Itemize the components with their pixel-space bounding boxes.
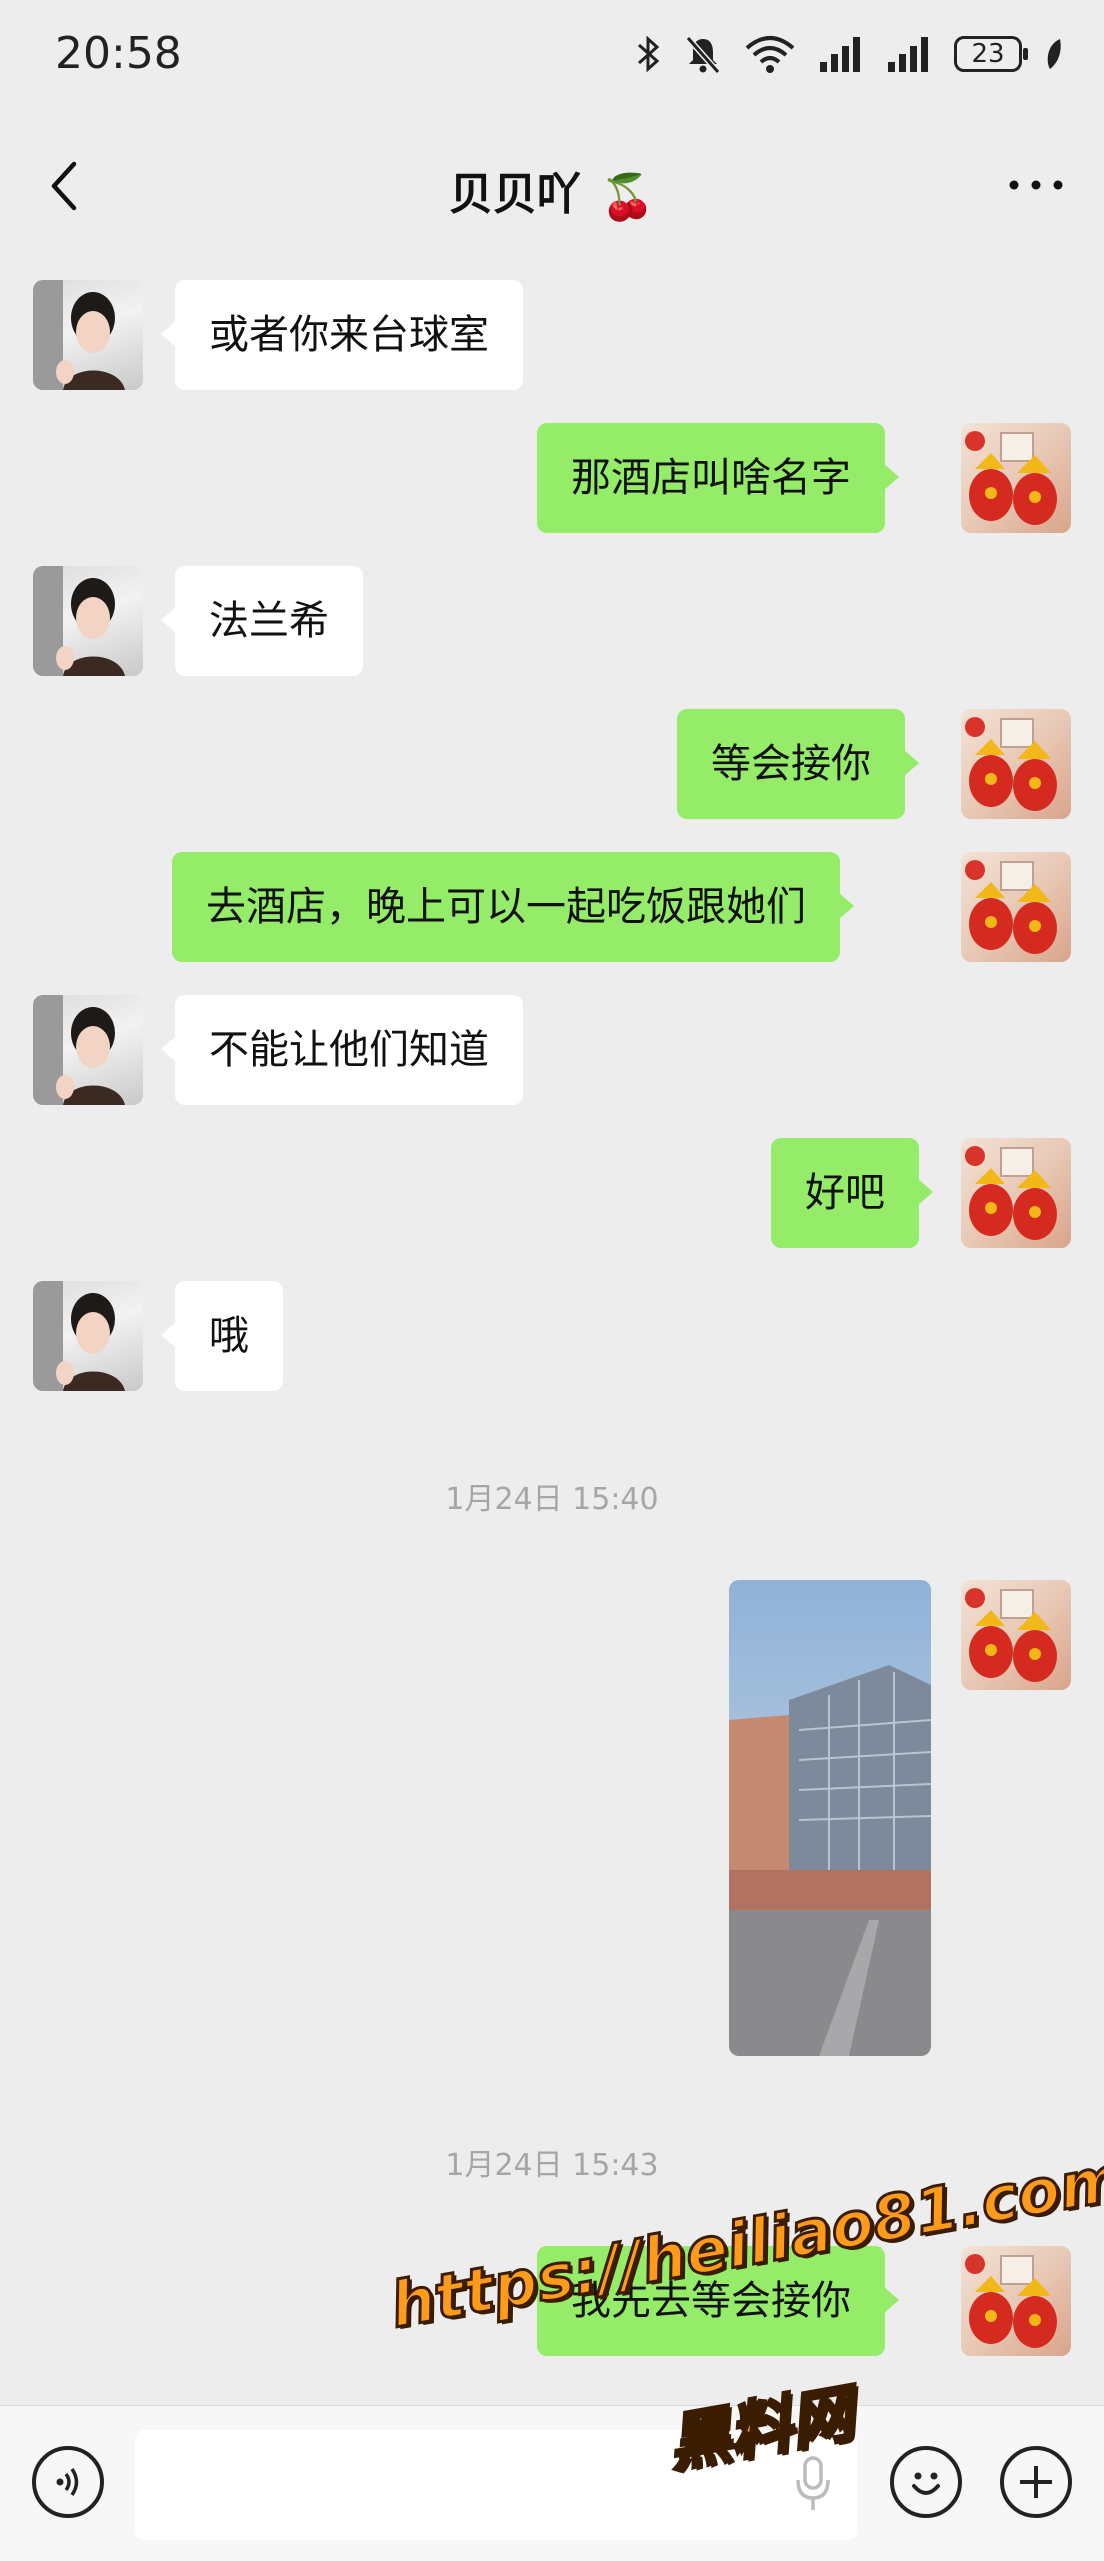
message-bubble-incoming[interactable]: 或者你来台球室 [161,280,523,390]
status-bar: 20:58 23 [0,0,1104,110]
leaf-icon [1047,39,1061,69]
chat-title: 贝贝吖 🍒 [0,158,1104,223]
image-message[interactable] [729,1580,931,2056]
microphone-icon[interactable] [793,2456,833,2512]
voice-wave-icon [56,2468,79,2496]
message-bubble-outgoing[interactable]: 去酒店，晚上可以一起吃饭跟她们 [172,852,854,962]
contact-name: 贝贝吖 [448,169,581,220]
message-input-bar [0,2405,1104,2561]
smiley-icon [912,2472,940,2495]
contact-avatar[interactable] [33,1281,143,1391]
my-avatar[interactable] [961,423,1071,533]
message-timestamp: 1月24日 15:40 [445,1482,659,1517]
my-avatar[interactable] [961,2246,1071,2356]
message-bubble-outgoing[interactable]: 那酒店叫啥名字 [537,423,899,533]
contact-avatar[interactable] [33,280,143,390]
signal-icon [820,37,860,72]
status-time: 20:58 [55,28,182,79]
message-bubble-incoming[interactable]: 法兰希 [161,566,363,676]
more-options-icon[interactable] [1006,170,1066,200]
my-avatar[interactable] [961,709,1071,819]
cherry-emoji: 🍒 [600,172,656,223]
battery-level: 23 [971,39,1005,69]
message-bubble-incoming[interactable]: 不能让他们知道 [161,995,523,1105]
my-avatar[interactable] [961,1138,1071,1248]
voice-toggle-button[interactable] [32,2446,104,2518]
message-bubble-outgoing[interactable]: 好吧 [771,1138,933,1248]
bluetooth-icon [638,35,660,73]
my-avatar[interactable] [961,1580,1071,1690]
wifi-icon [745,36,795,73]
emoji-button[interactable] [890,2446,962,2518]
battery-indicator: 23 [954,36,1028,72]
my-avatar[interactable] [961,852,1071,962]
mute-bell-icon [685,36,721,74]
contact-avatar[interactable] [33,995,143,1105]
message-bubble-outgoing[interactable]: 等会接你 [677,709,919,819]
more-actions-button[interactable] [1000,2446,1072,2518]
chat-header: 贝贝吖 🍒 [0,130,1104,240]
plus-icon [1020,2466,1052,2498]
message-bubble-incoming[interactable]: 哦 [161,1281,283,1391]
signal-icon-2 [888,37,928,72]
status-icons: 23 [636,30,1064,78]
contact-avatar[interactable] [33,566,143,676]
